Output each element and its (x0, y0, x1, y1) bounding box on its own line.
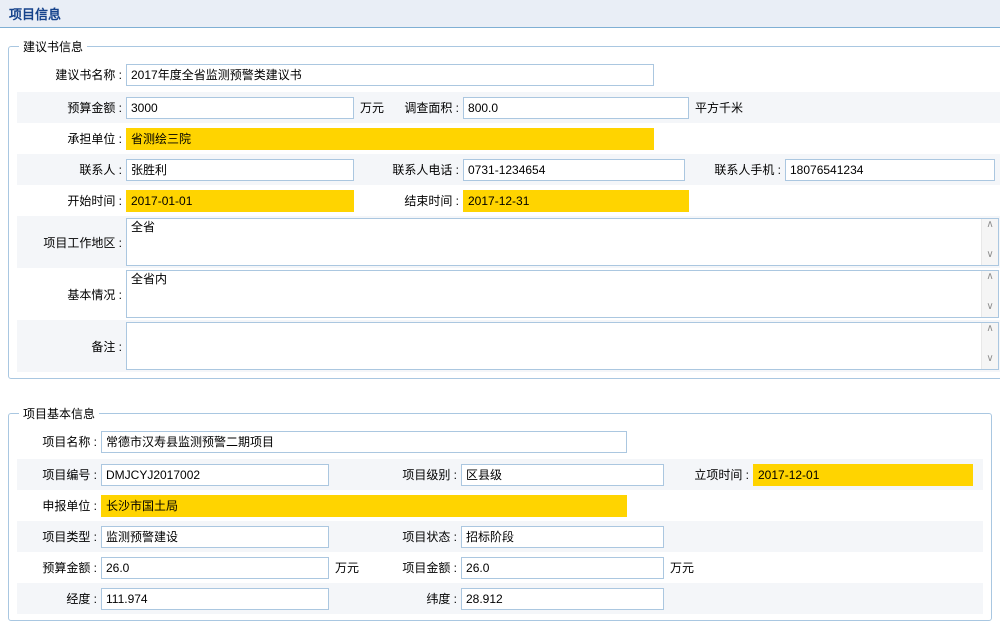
undertaker-label: 承担单位 : (19, 130, 122, 147)
proposal-budget-unit: 万元 (360, 99, 384, 116)
contact-phone-label: 联系人电话 : (354, 161, 459, 178)
remarks-label: 备注 : (19, 338, 122, 355)
longitude-label: 经度 : (19, 590, 97, 607)
scroll-down-icon[interactable]: ∨ (986, 354, 993, 368)
project-type-row: 项目类型 : 项目状态 : (17, 521, 983, 552)
longitude-input[interactable] (101, 588, 329, 610)
work-area-label: 项目工作地区 : (19, 234, 122, 251)
project-name-input[interactable] (101, 431, 627, 453)
project-type-input[interactable] (101, 526, 329, 548)
basic-info-text: 全省内 (127, 271, 981, 317)
contact-mobile-input[interactable] (785, 159, 995, 181)
end-date-field[interactable]: 2017-12-31 (463, 190, 689, 212)
scroll-up-icon[interactable]: ∧ (986, 220, 993, 234)
work-area-scrollbar[interactable]: ∧ ∨ (981, 219, 998, 265)
basic-info-label: 基本情况 : (19, 286, 122, 303)
proposal-budget-row: 预算金额 : 万元 调查面积 : 平方千米 (17, 92, 1000, 123)
project-name-label: 项目名称 : (19, 433, 97, 450)
declare-unit-row: 申报单位 : 长沙市国土局 (17, 490, 983, 521)
remarks-textarea[interactable]: ∧ ∨ (126, 322, 999, 370)
basic-info-scrollbar[interactable]: ∧ ∨ (981, 271, 998, 317)
proposal-panel-legend: 建议书信息 (19, 38, 87, 55)
work-area-textarea[interactable]: 全省 ∧ ∨ (126, 218, 999, 266)
project-amount-input[interactable] (461, 557, 664, 579)
project-level-input[interactable] (461, 464, 664, 486)
declare-unit-field[interactable]: 长沙市国土局 (101, 495, 627, 517)
remarks-scrollbar[interactable]: ∧ ∨ (981, 323, 998, 369)
project-budget-unit: 万元 (335, 559, 359, 576)
proposal-name-label: 建议书名称 : (19, 66, 122, 83)
page-title: 项目信息 (9, 4, 61, 23)
contact-input[interactable] (126, 159, 354, 181)
project-info-panel: 项目基本信息 项目名称 : 项目编号 : 项目级别 : 立项时间 : 2017-… (8, 405, 992, 621)
declare-unit-label: 申报单位 : (19, 497, 97, 514)
basic-info-textarea[interactable]: 全省内 ∧ ∨ (126, 270, 999, 318)
end-date-label: 结束时间 : (354, 192, 459, 209)
project-status-input[interactable] (461, 526, 664, 548)
scroll-down-icon[interactable]: ∨ (986, 302, 993, 316)
proposal-name-input[interactable] (126, 64, 654, 86)
project-panel-legend: 项目基本信息 (19, 405, 99, 422)
undertaker-row: 承担单位 : 省测绘三院 (17, 123, 1000, 154)
scroll-up-icon[interactable]: ∧ (986, 272, 993, 286)
proposal-budget-label: 预算金额 : (19, 99, 122, 116)
contact-label: 联系人 : (19, 161, 122, 178)
work-area-text: 全省 (127, 219, 981, 265)
project-code-row: 项目编号 : 项目级别 : 立项时间 : 2017-12-01 (17, 459, 983, 490)
project-budget-label: 预算金额 : (19, 559, 97, 576)
start-date-field[interactable]: 2017-01-01 (126, 190, 354, 212)
project-name-row: 项目名称 : (17, 424, 983, 459)
project-amount-unit: 万元 (670, 559, 694, 576)
work-area-row: 项目工作地区 : 全省 ∧ ∨ (17, 216, 1000, 268)
survey-area-unit: 平方千米 (695, 99, 743, 116)
approval-date-label: 立项时间 : (664, 466, 749, 483)
undertaker-field[interactable]: 省测绘三院 (126, 128, 654, 150)
proposal-info-panel: 建议书信息 建议书名称 : 预算金额 : 万元 调查面积 : 平方千米 承担单位… (8, 38, 1000, 379)
project-budget-row: 预算金额 : 万元 项目金额 : 万元 (17, 552, 983, 583)
scroll-up-icon[interactable]: ∧ (986, 324, 993, 338)
dates-row: 开始时间 : 2017-01-01 结束时间 : 2017-12-31 (17, 185, 1000, 216)
project-code-input[interactable] (101, 464, 329, 486)
survey-area-input[interactable] (463, 97, 689, 119)
project-type-label: 项目类型 : (19, 528, 97, 545)
project-status-label: 项目状态 : (329, 528, 457, 545)
remarks-text (127, 323, 981, 369)
coordinates-row: 经度 : 纬度 : (17, 583, 983, 614)
page-header: 项目信息 (0, 0, 1000, 28)
approval-date-field[interactable]: 2017-12-01 (753, 464, 973, 486)
latitude-input[interactable] (461, 588, 664, 610)
remarks-row: 备注 : ∧ ∨ (17, 320, 1000, 372)
scroll-down-icon[interactable]: ∨ (986, 250, 993, 264)
project-budget-input[interactable] (101, 557, 329, 579)
start-date-label: 开始时间 : (19, 192, 122, 209)
proposal-budget-input[interactable] (126, 97, 354, 119)
contact-mobile-label: 联系人手机 : (685, 161, 781, 178)
survey-area-label: 调查面积 : (384, 99, 459, 116)
basic-info-row: 基本情况 : 全省内 ∧ ∨ (17, 268, 1000, 320)
proposal-name-row: 建议书名称 : (17, 57, 1000, 92)
contact-phone-input[interactable] (463, 159, 685, 181)
project-amount-label: 项目金额 : (359, 559, 457, 576)
project-code-label: 项目编号 : (19, 466, 97, 483)
contact-row: 联系人 : 联系人电话 : 联系人手机 : (17, 154, 1000, 185)
project-level-label: 项目级别 : (329, 466, 457, 483)
latitude-label: 纬度 : (329, 590, 457, 607)
